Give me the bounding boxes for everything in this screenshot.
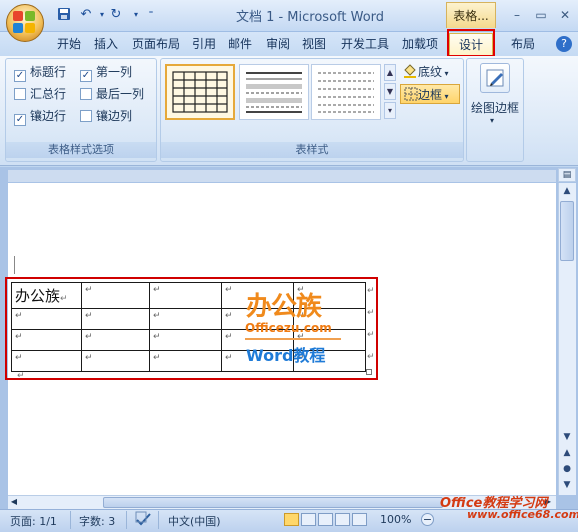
print-layout-view-icon[interactable] xyxy=(284,513,299,526)
shading-bucket-icon xyxy=(402,64,418,78)
borders-icon xyxy=(404,87,418,101)
shading-button[interactable]: 底纹 ▾ xyxy=(402,62,460,82)
tab-review[interactable]: 审阅 xyxy=(262,33,294,55)
scroll-up-icon[interactable]: ▲ xyxy=(559,183,575,199)
option-banded-columns[interactable]: 镶边列 xyxy=(80,107,132,125)
checkbox-checked-icon[interactable]: ✓ xyxy=(14,70,26,82)
save-icon[interactable] xyxy=(56,7,72,23)
undo-icon[interactable]: ↶ xyxy=(78,7,94,23)
proofing-icon[interactable] xyxy=(135,511,153,527)
gallery-more-icon[interactable]: ▾ xyxy=(384,102,396,119)
office-logo-icon xyxy=(13,11,37,35)
page-gap xyxy=(8,170,556,182)
full-screen-reading-view-icon[interactable] xyxy=(301,513,316,526)
table-style-light-list[interactable] xyxy=(311,64,381,120)
hscroll-thumb[interactable] xyxy=(103,497,443,508)
option-total-row[interactable]: 汇总行 xyxy=(14,85,66,103)
tab-page-layout[interactable]: 页面布局 xyxy=(128,33,184,55)
previous-page-icon[interactable]: ▲ xyxy=(559,445,575,461)
status-divider xyxy=(158,511,159,529)
select-browse-object-icon[interactable]: ● xyxy=(559,461,575,477)
table-list-style-icon xyxy=(318,72,374,113)
table-highlight-box xyxy=(5,277,378,380)
tab-home[interactable]: 开始 xyxy=(54,33,84,55)
minimize-button[interactable]: – xyxy=(506,6,528,24)
site-watermark-url: www.office68.com xyxy=(467,508,578,521)
design-tab-highlight xyxy=(447,29,495,57)
vertical-scrollbar[interactable]: ▲ ▼ ▲ ● ▼ xyxy=(558,183,576,495)
tab-developer[interactable]: 开发工具 xyxy=(336,33,394,55)
help-icon[interactable]: ? xyxy=(556,36,572,52)
tab-mailings[interactable]: 邮件 xyxy=(224,33,256,55)
checkbox-checked-icon[interactable]: ✓ xyxy=(80,70,92,82)
checkbox-unchecked-icon[interactable] xyxy=(14,88,26,100)
table-style-grid[interactable] xyxy=(165,64,235,120)
tab-view[interactable]: 视图 xyxy=(298,33,330,55)
office-button[interactable] xyxy=(6,4,44,42)
close-button[interactable]: ✕ xyxy=(554,6,576,24)
scroll-left-icon[interactable]: ◀ xyxy=(8,496,20,508)
draw-table-pen-icon xyxy=(486,69,504,87)
ruler-toggle-icon[interactable]: ▤ xyxy=(558,168,576,182)
gallery-scroll-up-icon[interactable]: ▲ xyxy=(384,64,396,81)
draw-borders-button[interactable] xyxy=(480,63,510,93)
status-page[interactable]: 页面: 1/1 xyxy=(10,513,57,529)
draft-view-icon[interactable] xyxy=(352,513,367,526)
table-tools-context-label: 表格... xyxy=(446,2,496,28)
group-label-style-options: 表格样式选项 xyxy=(6,142,156,158)
checkbox-unchecked-icon[interactable] xyxy=(80,110,92,122)
group-label-table-styles: 表样式 xyxy=(161,142,463,158)
table-style-light-shading[interactable] xyxy=(239,64,309,120)
draw-borders-label: 绘图边框 xyxy=(470,101,519,115)
option-banded-rows[interactable]: ✓ 镶边行 xyxy=(14,107,66,126)
option-header-row[interactable]: ✓ 标题行 xyxy=(14,63,66,82)
status-divider xyxy=(70,511,71,529)
zoom-out-icon[interactable]: − xyxy=(421,513,434,526)
checkbox-checked-icon[interactable]: ✓ xyxy=(14,114,26,126)
status-word-count[interactable]: 字数: 3 xyxy=(79,513,115,529)
option-first-column[interactable]: ✓ 第一列 xyxy=(80,63,132,82)
tab-references[interactable]: 引用 xyxy=(188,33,220,55)
table-shading-style-icon xyxy=(246,72,302,113)
text-cursor xyxy=(14,256,15,274)
window-title: 文档 1 - Microsoft Word xyxy=(235,10,385,25)
customize-quick-access-icon[interactable]: ⁼ xyxy=(143,7,159,23)
status-language[interactable]: 中文(中国) xyxy=(168,513,221,529)
draw-borders-dropdown-icon[interactable]: ▾ xyxy=(490,116,494,125)
next-page-icon[interactable]: ▼ xyxy=(559,477,575,493)
table-grid-style-icon xyxy=(172,71,228,113)
option-last-column[interactable]: 最后一列 xyxy=(80,85,144,103)
redo-icon[interactable]: ↻ xyxy=(108,7,124,23)
scroll-down-icon[interactable]: ▼ xyxy=(559,429,575,445)
checkbox-unchecked-icon[interactable] xyxy=(80,88,92,100)
redo-dropdown-icon[interactable]: ▾ xyxy=(128,7,144,23)
outline-view-icon[interactable] xyxy=(335,513,350,526)
restore-button[interactable]: ▭ xyxy=(530,6,552,24)
web-layout-view-icon[interactable] xyxy=(318,513,333,526)
scroll-thumb[interactable] xyxy=(560,201,574,261)
gallery-scroll-down-icon[interactable]: ▼ xyxy=(384,83,396,100)
tab-addins[interactable]: 加载项 xyxy=(398,33,442,55)
tab-insert[interactable]: 插入 xyxy=(90,33,122,55)
tab-layout[interactable]: 布局 xyxy=(504,33,542,55)
borders-button[interactable]: 边框 ▾ xyxy=(400,84,460,104)
zoom-level[interactable]: 100% xyxy=(380,513,411,526)
status-divider xyxy=(126,511,127,529)
